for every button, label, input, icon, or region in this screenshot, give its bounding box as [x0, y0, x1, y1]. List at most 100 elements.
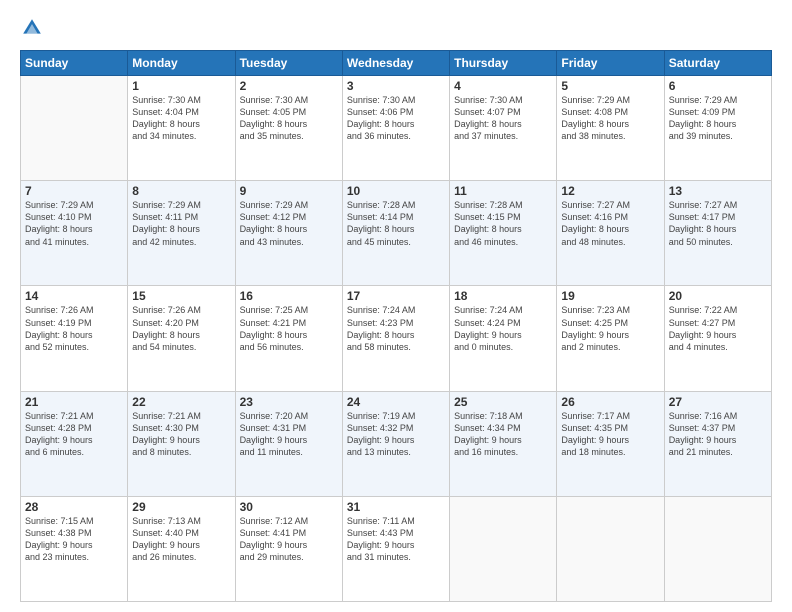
day-number: 3	[347, 79, 445, 93]
calendar-day-cell: 13Sunrise: 7:27 AM Sunset: 4:17 PM Dayli…	[664, 181, 771, 286]
calendar-day-cell: 1Sunrise: 7:30 AM Sunset: 4:04 PM Daylig…	[128, 76, 235, 181]
day-info: Sunrise: 7:26 AM Sunset: 4:20 PM Dayligh…	[132, 304, 230, 353]
day-number: 4	[454, 79, 552, 93]
day-info: Sunrise: 7:11 AM Sunset: 4:43 PM Dayligh…	[347, 515, 445, 564]
day-info: Sunrise: 7:30 AM Sunset: 4:07 PM Dayligh…	[454, 94, 552, 143]
day-number: 16	[240, 289, 338, 303]
day-number: 5	[561, 79, 659, 93]
day-info: Sunrise: 7:30 AM Sunset: 4:06 PM Dayligh…	[347, 94, 445, 143]
calendar-day-cell	[664, 496, 771, 601]
day-number: 27	[669, 395, 767, 409]
day-info: Sunrise: 7:27 AM Sunset: 4:17 PM Dayligh…	[669, 199, 767, 248]
page: Sunday Monday Tuesday Wednesday Thursday…	[0, 0, 792, 612]
calendar-day-cell: 17Sunrise: 7:24 AM Sunset: 4:23 PM Dayli…	[342, 286, 449, 391]
day-info: Sunrise: 7:30 AM Sunset: 4:05 PM Dayligh…	[240, 94, 338, 143]
day-number: 30	[240, 500, 338, 514]
day-number: 13	[669, 184, 767, 198]
day-number: 7	[25, 184, 123, 198]
calendar-day-cell: 31Sunrise: 7:11 AM Sunset: 4:43 PM Dayli…	[342, 496, 449, 601]
header-thursday: Thursday	[450, 51, 557, 76]
day-info: Sunrise: 7:15 AM Sunset: 4:38 PM Dayligh…	[25, 515, 123, 564]
calendar-day-cell: 15Sunrise: 7:26 AM Sunset: 4:20 PM Dayli…	[128, 286, 235, 391]
calendar-day-cell: 2Sunrise: 7:30 AM Sunset: 4:05 PM Daylig…	[235, 76, 342, 181]
header-wednesday: Wednesday	[342, 51, 449, 76]
day-number: 9	[240, 184, 338, 198]
calendar-day-cell: 29Sunrise: 7:13 AM Sunset: 4:40 PM Dayli…	[128, 496, 235, 601]
calendar-day-cell	[21, 76, 128, 181]
day-number: 28	[25, 500, 123, 514]
calendar-week-row: 1Sunrise: 7:30 AM Sunset: 4:04 PM Daylig…	[21, 76, 772, 181]
day-number: 20	[669, 289, 767, 303]
calendar-day-cell: 16Sunrise: 7:25 AM Sunset: 4:21 PM Dayli…	[235, 286, 342, 391]
calendar-day-cell: 18Sunrise: 7:24 AM Sunset: 4:24 PM Dayli…	[450, 286, 557, 391]
calendar-day-cell: 23Sunrise: 7:20 AM Sunset: 4:31 PM Dayli…	[235, 391, 342, 496]
day-info: Sunrise: 7:16 AM Sunset: 4:37 PM Dayligh…	[669, 410, 767, 459]
day-info: Sunrise: 7:24 AM Sunset: 4:23 PM Dayligh…	[347, 304, 445, 353]
calendar-day-cell: 30Sunrise: 7:12 AM Sunset: 4:41 PM Dayli…	[235, 496, 342, 601]
day-number: 23	[240, 395, 338, 409]
day-number: 26	[561, 395, 659, 409]
day-info: Sunrise: 7:29 AM Sunset: 4:09 PM Dayligh…	[669, 94, 767, 143]
logo	[20, 16, 48, 40]
calendar-day-cell: 3Sunrise: 7:30 AM Sunset: 4:06 PM Daylig…	[342, 76, 449, 181]
day-number: 10	[347, 184, 445, 198]
day-number: 18	[454, 289, 552, 303]
calendar-day-cell: 11Sunrise: 7:28 AM Sunset: 4:15 PM Dayli…	[450, 181, 557, 286]
day-number: 6	[669, 79, 767, 93]
calendar-day-cell: 6Sunrise: 7:29 AM Sunset: 4:09 PM Daylig…	[664, 76, 771, 181]
day-info: Sunrise: 7:29 AM Sunset: 4:10 PM Dayligh…	[25, 199, 123, 248]
calendar-day-cell	[557, 496, 664, 601]
day-info: Sunrise: 7:24 AM Sunset: 4:24 PM Dayligh…	[454, 304, 552, 353]
weekday-header-row: Sunday Monday Tuesday Wednesday Thursday…	[21, 51, 772, 76]
day-info: Sunrise: 7:28 AM Sunset: 4:14 PM Dayligh…	[347, 199, 445, 248]
day-number: 24	[347, 395, 445, 409]
day-info: Sunrise: 7:29 AM Sunset: 4:12 PM Dayligh…	[240, 199, 338, 248]
calendar-day-cell: 10Sunrise: 7:28 AM Sunset: 4:14 PM Dayli…	[342, 181, 449, 286]
header-friday: Friday	[557, 51, 664, 76]
calendar-day-cell: 22Sunrise: 7:21 AM Sunset: 4:30 PM Dayli…	[128, 391, 235, 496]
day-info: Sunrise: 7:28 AM Sunset: 4:15 PM Dayligh…	[454, 199, 552, 248]
calendar-week-row: 7Sunrise: 7:29 AM Sunset: 4:10 PM Daylig…	[21, 181, 772, 286]
day-info: Sunrise: 7:26 AM Sunset: 4:19 PM Dayligh…	[25, 304, 123, 353]
day-number: 15	[132, 289, 230, 303]
day-info: Sunrise: 7:21 AM Sunset: 4:28 PM Dayligh…	[25, 410, 123, 459]
day-number: 22	[132, 395, 230, 409]
day-number: 17	[347, 289, 445, 303]
calendar-day-cell: 8Sunrise: 7:29 AM Sunset: 4:11 PM Daylig…	[128, 181, 235, 286]
calendar-day-cell: 26Sunrise: 7:17 AM Sunset: 4:35 PM Dayli…	[557, 391, 664, 496]
calendar-day-cell: 14Sunrise: 7:26 AM Sunset: 4:19 PM Dayli…	[21, 286, 128, 391]
calendar-week-row: 28Sunrise: 7:15 AM Sunset: 4:38 PM Dayli…	[21, 496, 772, 601]
calendar-day-cell: 7Sunrise: 7:29 AM Sunset: 4:10 PM Daylig…	[21, 181, 128, 286]
day-number: 31	[347, 500, 445, 514]
logo-icon	[20, 16, 44, 40]
day-info: Sunrise: 7:29 AM Sunset: 4:11 PM Dayligh…	[132, 199, 230, 248]
day-info: Sunrise: 7:18 AM Sunset: 4:34 PM Dayligh…	[454, 410, 552, 459]
day-info: Sunrise: 7:29 AM Sunset: 4:08 PM Dayligh…	[561, 94, 659, 143]
header-saturday: Saturday	[664, 51, 771, 76]
header-sunday: Sunday	[21, 51, 128, 76]
day-number: 11	[454, 184, 552, 198]
day-number: 8	[132, 184, 230, 198]
calendar-day-cell: 12Sunrise: 7:27 AM Sunset: 4:16 PM Dayli…	[557, 181, 664, 286]
header	[20, 16, 772, 40]
calendar-day-cell: 25Sunrise: 7:18 AM Sunset: 4:34 PM Dayli…	[450, 391, 557, 496]
day-number: 14	[25, 289, 123, 303]
calendar-day-cell: 27Sunrise: 7:16 AM Sunset: 4:37 PM Dayli…	[664, 391, 771, 496]
calendar-week-row: 21Sunrise: 7:21 AM Sunset: 4:28 PM Dayli…	[21, 391, 772, 496]
calendar-table: Sunday Monday Tuesday Wednesday Thursday…	[20, 50, 772, 602]
calendar-week-row: 14Sunrise: 7:26 AM Sunset: 4:19 PM Dayli…	[21, 286, 772, 391]
header-monday: Monday	[128, 51, 235, 76]
day-info: Sunrise: 7:21 AM Sunset: 4:30 PM Dayligh…	[132, 410, 230, 459]
calendar-day-cell: 9Sunrise: 7:29 AM Sunset: 4:12 PM Daylig…	[235, 181, 342, 286]
calendar-day-cell: 28Sunrise: 7:15 AM Sunset: 4:38 PM Dayli…	[21, 496, 128, 601]
day-number: 25	[454, 395, 552, 409]
calendar-day-cell: 21Sunrise: 7:21 AM Sunset: 4:28 PM Dayli…	[21, 391, 128, 496]
day-number: 29	[132, 500, 230, 514]
day-info: Sunrise: 7:30 AM Sunset: 4:04 PM Dayligh…	[132, 94, 230, 143]
day-number: 19	[561, 289, 659, 303]
day-info: Sunrise: 7:23 AM Sunset: 4:25 PM Dayligh…	[561, 304, 659, 353]
day-number: 12	[561, 184, 659, 198]
calendar-day-cell: 20Sunrise: 7:22 AM Sunset: 4:27 PM Dayli…	[664, 286, 771, 391]
day-info: Sunrise: 7:12 AM Sunset: 4:41 PM Dayligh…	[240, 515, 338, 564]
day-info: Sunrise: 7:19 AM Sunset: 4:32 PM Dayligh…	[347, 410, 445, 459]
